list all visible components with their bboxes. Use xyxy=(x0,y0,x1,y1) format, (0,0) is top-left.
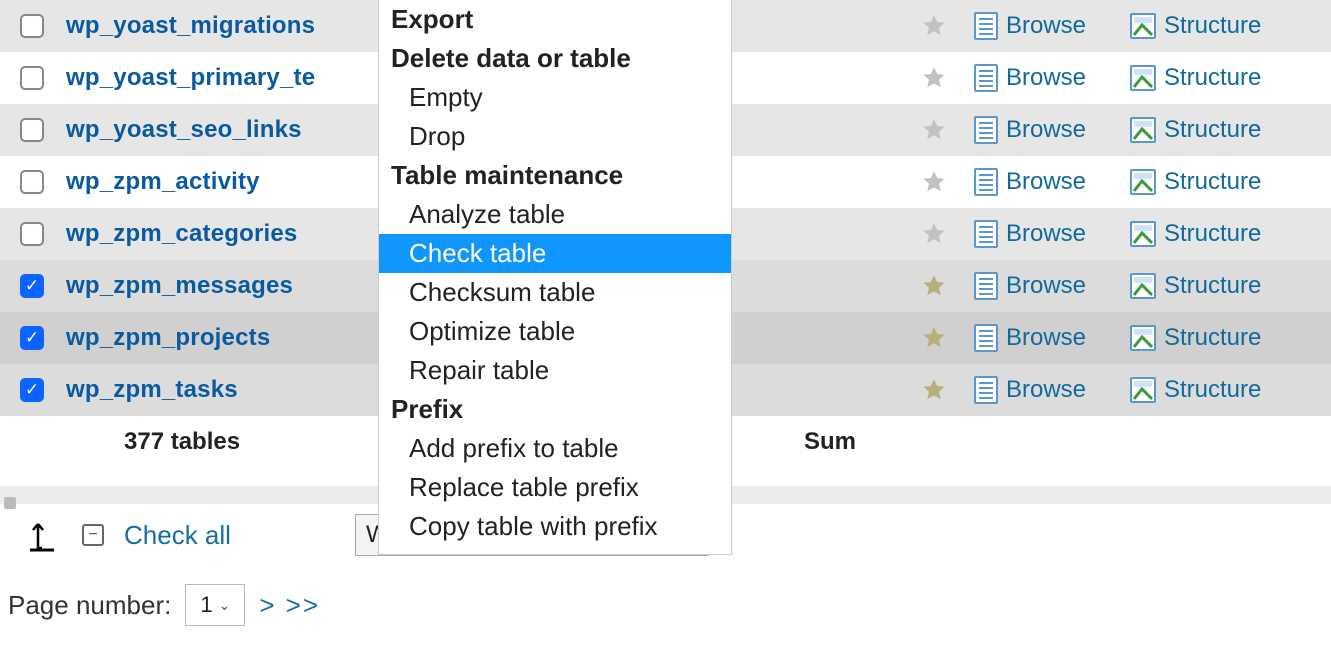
context-menu-item[interactable]: Optimize table xyxy=(379,312,731,351)
context-menu-item[interactable]: Copy table with prefix xyxy=(379,507,731,546)
context-menu-item[interactable]: Add prefix to table xyxy=(379,429,731,468)
pagination: Page number: 1 ⌄ > >> xyxy=(0,556,1331,626)
favorite-star[interactable] xyxy=(916,117,952,143)
context-menu-header[interactable]: Export xyxy=(379,0,731,39)
favorite-star[interactable] xyxy=(916,221,952,247)
structure-action[interactable]: Structure xyxy=(1130,168,1330,196)
context-menu-header: Delete data or table xyxy=(379,39,731,78)
context-menu-item[interactable]: Analyze table xyxy=(379,195,731,234)
page-number-value: 1 xyxy=(200,592,212,618)
browse-action[interactable]: Browse xyxy=(974,376,1124,404)
favorite-star[interactable] xyxy=(916,325,952,351)
context-menu-header: Table maintenance xyxy=(379,156,731,195)
check-all-link[interactable]: Check all xyxy=(124,520,231,551)
structure-action[interactable]: Structure xyxy=(1130,12,1330,40)
table-name-link[interactable]: wp_yoast_migrations xyxy=(66,12,356,40)
favorite-star[interactable] xyxy=(916,377,952,403)
favorite-star[interactable] xyxy=(916,273,952,299)
arrow-up-icon xyxy=(30,518,62,552)
uncheck-all-icon[interactable]: − xyxy=(82,524,104,546)
page-number-select[interactable]: 1 ⌄ xyxy=(185,584,245,626)
table-name-link[interactable]: wp_zpm_tasks xyxy=(66,376,356,404)
browse-action[interactable]: Browse xyxy=(974,272,1124,300)
table-name-link[interactable]: wp_zpm_activity xyxy=(66,168,356,196)
row-checkbox[interactable] xyxy=(20,170,44,194)
table-name-link[interactable]: wp_zpm_categories xyxy=(66,220,356,248)
row-checkbox[interactable] xyxy=(20,222,44,246)
table-name-link[interactable]: wp_yoast_seo_links xyxy=(66,116,356,144)
context-menu-item[interactable]: Check table xyxy=(379,234,731,273)
pagination-next[interactable]: > >> xyxy=(259,590,320,621)
browse-action[interactable]: Browse xyxy=(974,64,1124,92)
context-menu-item[interactable]: Checksum table xyxy=(379,273,731,312)
row-checkbox[interactable] xyxy=(20,66,44,90)
context-menu-item[interactable]: Empty xyxy=(379,78,731,117)
chevron-down-icon: ⌄ xyxy=(219,597,231,614)
page-number-label: Page number: xyxy=(8,590,171,621)
favorite-star[interactable] xyxy=(916,169,952,195)
row-checkbox[interactable] xyxy=(20,14,44,38)
structure-action[interactable]: Structure xyxy=(1130,116,1330,144)
browse-action[interactable]: Browse xyxy=(974,116,1124,144)
context-menu-item[interactable]: Replace table prefix xyxy=(379,468,731,507)
favorite-star[interactable] xyxy=(916,13,952,39)
table-name-link[interactable]: wp_zpm_messages xyxy=(66,272,356,300)
row-checkbox[interactable]: ✓ xyxy=(20,274,44,298)
favorite-star[interactable] xyxy=(916,65,952,91)
structure-action[interactable]: Structure xyxy=(1130,64,1330,92)
browse-action[interactable]: Browse xyxy=(974,220,1124,248)
table-name-link[interactable]: wp_zpm_projects xyxy=(66,324,356,352)
browse-action[interactable]: Browse xyxy=(974,12,1124,40)
structure-action[interactable]: Structure xyxy=(1130,272,1330,300)
context-menu: ExportDelete data or tableEmptyDropTable… xyxy=(378,0,732,555)
context-menu-item[interactable]: Repair table xyxy=(379,351,731,390)
structure-action[interactable]: Structure xyxy=(1130,220,1330,248)
structure-action[interactable]: Structure xyxy=(1130,376,1330,404)
browse-action[interactable]: Browse xyxy=(974,168,1124,196)
summary-count: 377 tables xyxy=(124,428,240,456)
summary-sum: Sum xyxy=(804,428,856,456)
row-checkbox[interactable]: ✓ xyxy=(20,326,44,350)
browse-action[interactable]: Browse xyxy=(974,324,1124,352)
context-menu-item[interactable]: Drop xyxy=(379,117,731,156)
table-name-link[interactable]: wp_yoast_primary_te xyxy=(66,64,356,92)
row-checkbox[interactable] xyxy=(20,118,44,142)
context-menu-header: Prefix xyxy=(379,390,731,429)
row-checkbox[interactable]: ✓ xyxy=(20,378,44,402)
structure-action[interactable]: Structure xyxy=(1130,324,1330,352)
